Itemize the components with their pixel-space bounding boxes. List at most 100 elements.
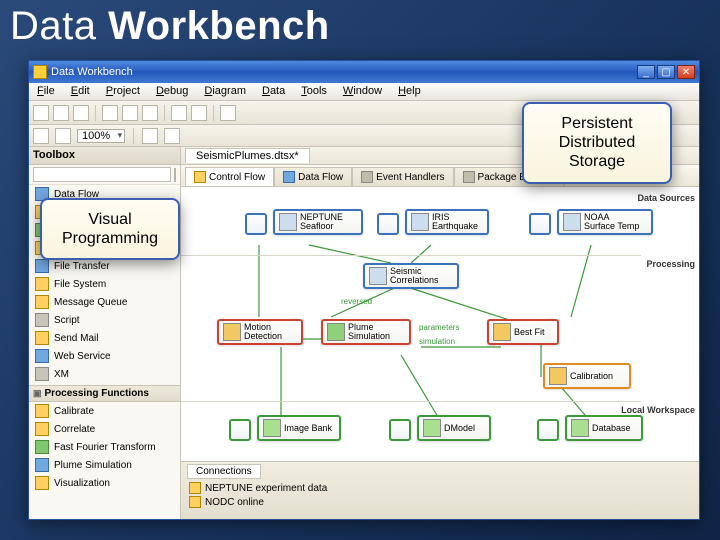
copy-icon[interactable] [122, 105, 138, 121]
node-connector[interactable] [529, 213, 551, 235]
toolbox-item[interactable]: Calibrate [29, 402, 180, 420]
callout-text: Persistent Distributed Storage [559, 115, 635, 170]
connection-item[interactable]: NODC online [187, 495, 693, 509]
design-canvas[interactable]: Data Sources Processing Local Workspace … [181, 187, 699, 461]
zoom-combo[interactable]: 100% [77, 129, 125, 143]
menu-edit[interactable]: Edit [63, 83, 98, 100]
toolbox-item[interactable]: Send Mail [29, 329, 180, 347]
node-seismic[interactable]: Seismic Correlations [363, 263, 459, 289]
node-imagebank[interactable]: Image Bank [257, 415, 341, 441]
save-icon[interactable] [73, 105, 89, 121]
toolbox-item-label: Plume Simulation [54, 460, 132, 471]
zoom-in-icon[interactable] [55, 128, 71, 144]
toolbox-item[interactable]: Web Service [29, 347, 180, 365]
grid-icon[interactable] [142, 128, 158, 144]
node-label: Plume Simulation [348, 323, 390, 341]
minimize-button[interactable]: _ [637, 65, 655, 79]
toolbox-item[interactable]: Script [29, 311, 180, 329]
node-connector[interactable] [389, 419, 411, 441]
node-connector[interactable] [245, 213, 267, 235]
toolbox-item[interactable]: Plume Simulation [29, 456, 180, 474]
node-label: Seismic Correlations [390, 267, 439, 285]
cut-icon[interactable] [102, 105, 118, 121]
node-iris[interactable]: IRIS Earthquake [405, 209, 489, 235]
node-label: Calibration [570, 371, 613, 381]
node-database[interactable]: Database [565, 415, 643, 441]
toolbox-item-label: XM [54, 369, 69, 380]
database-icon [571, 419, 589, 437]
toolbox-section-processing[interactable]: Processing Functions [29, 385, 180, 402]
menubar: File Edit Project Debug Diagram Data Too… [29, 83, 699, 101]
title-bold: Workbench [108, 4, 330, 48]
paste-icon[interactable] [142, 105, 158, 121]
menu-window[interactable]: Window [335, 83, 390, 100]
connections-panel: Connections NEPTUNE experiment data NODC… [181, 461, 699, 519]
menu-project[interactable]: Project [98, 83, 148, 100]
node-connector[interactable] [377, 213, 399, 235]
toolbox-item[interactable]: Correlate [29, 420, 180, 438]
node-calibration[interactable]: Calibration [543, 363, 631, 389]
menu-debug[interactable]: Debug [148, 83, 196, 100]
node-noaa[interactable]: NOAA Surface Temp [557, 209, 653, 235]
toolbox-item-label: Correlate [54, 424, 95, 435]
tab-event-handlers[interactable]: Event Handlers [352, 167, 453, 186]
controlflow-icon [194, 171, 206, 183]
window-title: Data Workbench [51, 66, 133, 78]
divider [181, 255, 641, 256]
node-label: DModel [444, 423, 475, 433]
menu-file[interactable]: File [29, 83, 63, 100]
search-clear-icon[interactable] [174, 168, 176, 182]
node-motion[interactable]: Motion Detection [217, 319, 303, 345]
node-label: Database [592, 423, 631, 433]
document-tab[interactable]: SeismicPlumes.dtsx* [185, 148, 310, 163]
maximize-button[interactable]: ▢ [657, 65, 675, 79]
globe-icon [369, 267, 387, 285]
connections-tab[interactable]: Connections [187, 464, 261, 479]
toolbox-item[interactable]: Visualization [29, 474, 180, 492]
close-button[interactable]: ✕ [677, 65, 695, 79]
toolbox-item-label: Web Service [54, 351, 111, 362]
iris-icon [411, 213, 429, 231]
node-connector[interactable] [537, 419, 559, 441]
toolbox-search-input[interactable] [33, 167, 171, 182]
events-icon [361, 171, 373, 183]
redo-icon[interactable] [191, 105, 207, 121]
node-neptune[interactable]: NEPTUNE Seafloor [273, 209, 363, 235]
tab-label: Event Handlers [376, 172, 444, 183]
xm-icon [35, 367, 49, 381]
toolbox-item-label: Send Mail [54, 333, 98, 344]
callout-text: Visual Programming [62, 211, 158, 247]
tab-label: Data Flow [298, 172, 343, 183]
align-icon[interactable] [164, 128, 180, 144]
connection-item[interactable]: NEPTUNE experiment data [187, 481, 693, 495]
app-icon [33, 65, 47, 79]
titlebar[interactable]: Data Workbench _ ▢ ✕ [29, 61, 699, 83]
toolbox-item[interactable]: Message Queue [29, 293, 180, 311]
open-icon[interactable] [53, 105, 69, 121]
tab-control-flow[interactable]: Control Flow [185, 167, 274, 186]
neptune-icon [279, 213, 297, 231]
toolbox-item-label: Fast Fourier Transform [54, 442, 156, 453]
toolbox-item[interactable]: Fast Fourier Transform [29, 438, 180, 456]
node-label: Image Bank [284, 423, 332, 433]
undo-icon[interactable] [171, 105, 187, 121]
menu-help[interactable]: Help [390, 83, 429, 100]
node-bestfit[interactable]: Best Fit [487, 319, 559, 345]
toolbox-item-label: File System [54, 279, 106, 290]
tab-data-flow[interactable]: Data Flow [274, 167, 352, 186]
section-label-local: Local Workspace [621, 405, 695, 415]
toolbox-item[interactable]: XM [29, 365, 180, 383]
menu-tools[interactable]: Tools [293, 83, 335, 100]
node-plume[interactable]: Plume Simulation [321, 319, 411, 345]
toolbox-header: Toolbox [29, 147, 180, 165]
new-icon[interactable] [33, 105, 49, 121]
callout-persistent-storage: Persistent Distributed Storage [522, 102, 672, 184]
toolbox-item[interactable]: File System [29, 275, 180, 293]
node-connector[interactable] [229, 419, 251, 441]
menu-data[interactable]: Data [254, 83, 293, 100]
run-icon[interactable] [220, 105, 236, 121]
zoom-out-icon[interactable] [33, 128, 49, 144]
node-dmodel[interactable]: DModel [417, 415, 491, 441]
menu-diagram[interactable]: Diagram [196, 83, 254, 100]
plume-icon [35, 458, 49, 472]
